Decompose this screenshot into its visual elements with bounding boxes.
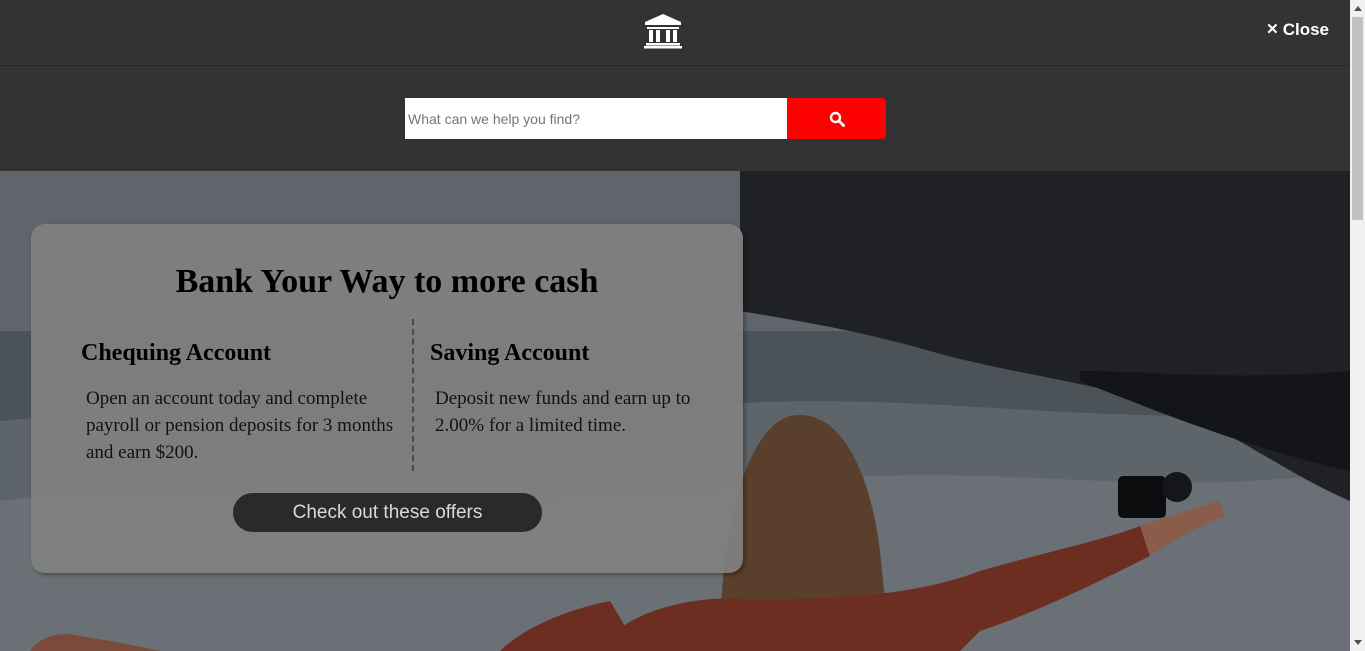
column-divider	[412, 319, 414, 471]
top-header: ✕ Close	[0, 0, 1350, 66]
scroll-up-icon[interactable]	[1350, 0, 1365, 17]
search-bar	[0, 66, 1350, 171]
saving-heading: Saving Account	[430, 340, 590, 366]
vertical-scrollbar[interactable]	[1350, 0, 1365, 651]
close-button[interactable]: ✕ Close	[1266, 19, 1329, 41]
close-icon: ✕	[1266, 21, 1279, 38]
search-icon	[829, 111, 845, 127]
page: ✕ Close What can we help you find? Bank …	[0, 0, 1365, 651]
offers-button[interactable]: Check out these offers	[233, 493, 542, 532]
scroll-down-icon[interactable]	[1350, 634, 1365, 651]
chequing-text: Open an account today and complete payro…	[86, 388, 394, 463]
search-input[interactable]	[405, 98, 788, 139]
saving-text: Deposit new funds and earn up to 2.00% f…	[435, 388, 691, 436]
hero-image: Bank Your Way to more cash Chequing Acco…	[0, 171, 1350, 651]
chequing-heading: Chequing Account	[81, 340, 272, 366]
promo-title: Bank Your Way to more cash	[175, 263, 599, 300]
search-button[interactable]	[787, 98, 886, 139]
bank-icon[interactable]	[643, 13, 683, 49]
scroll-thumb[interactable]	[1352, 17, 1363, 220]
close-label: Close	[1282, 20, 1329, 39]
promo-card: Bank Your Way to more cash Chequing Acco…	[31, 224, 743, 573]
